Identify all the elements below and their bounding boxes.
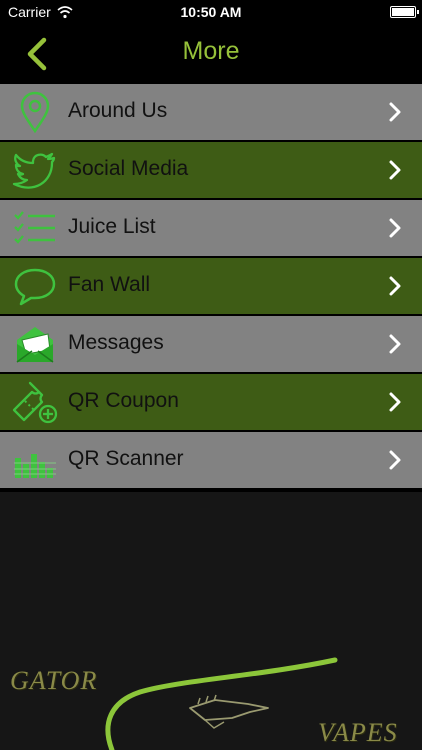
menu-item-juice-list[interactable]: Juice List xyxy=(0,200,422,256)
envelope-icon xyxy=(16,327,54,363)
chevron-right-icon xyxy=(389,334,401,354)
menu-item-qr-scanner[interactable]: QR Scanner xyxy=(0,432,422,488)
logo-word-gator: GATOR xyxy=(10,666,98,695)
status-time: 10:50 AM xyxy=(180,4,242,20)
chevron-right-icon xyxy=(389,276,401,296)
menu-item-label: Messages xyxy=(68,331,164,354)
checklist-icon xyxy=(14,211,55,244)
coupon-ticket-icon xyxy=(12,381,58,424)
menu-item-label: Around Us xyxy=(68,99,168,122)
chevron-right-icon xyxy=(389,392,401,412)
menu-item-around-us[interactable]: Around Us xyxy=(0,84,422,140)
menu-item-qr-coupon[interactable]: QR Coupon xyxy=(0,374,422,430)
chevron-right-icon xyxy=(389,450,401,470)
page-title: More xyxy=(182,37,240,65)
menu-item-social-media[interactable]: Social Media xyxy=(0,142,422,198)
chevron-right-icon xyxy=(389,218,401,238)
menu-item-fan-wall[interactable]: Fan Wall xyxy=(0,258,422,314)
chevron-right-icon xyxy=(389,160,401,180)
menu-item-label: Social Media xyxy=(68,157,189,180)
chevron-right-icon xyxy=(389,102,401,122)
qr-scanner-icon xyxy=(14,454,56,478)
menu-item-messages[interactable]: Messages xyxy=(0,316,422,372)
menu-list: Around Us Social Media Juice List Fan Wa… xyxy=(0,84,422,490)
speech-bubble-icon xyxy=(14,268,56,306)
nav-bar: More xyxy=(0,24,422,82)
menu-item-label: Fan Wall xyxy=(68,273,151,296)
logo-word-vapes: VAPES xyxy=(318,718,398,747)
gator-vapes-logo: GATOR VAPES xyxy=(0,648,422,750)
menu-item-label: Juice List xyxy=(68,215,156,238)
status-bar: Carrier 10:50 AM xyxy=(0,0,422,24)
twitter-bird-icon xyxy=(12,152,56,189)
battery-icon xyxy=(390,6,419,18)
menu-item-label: QR Coupon xyxy=(68,389,179,412)
menu-item-label: QR Scanner xyxy=(68,447,184,470)
map-pin-icon xyxy=(20,91,50,134)
